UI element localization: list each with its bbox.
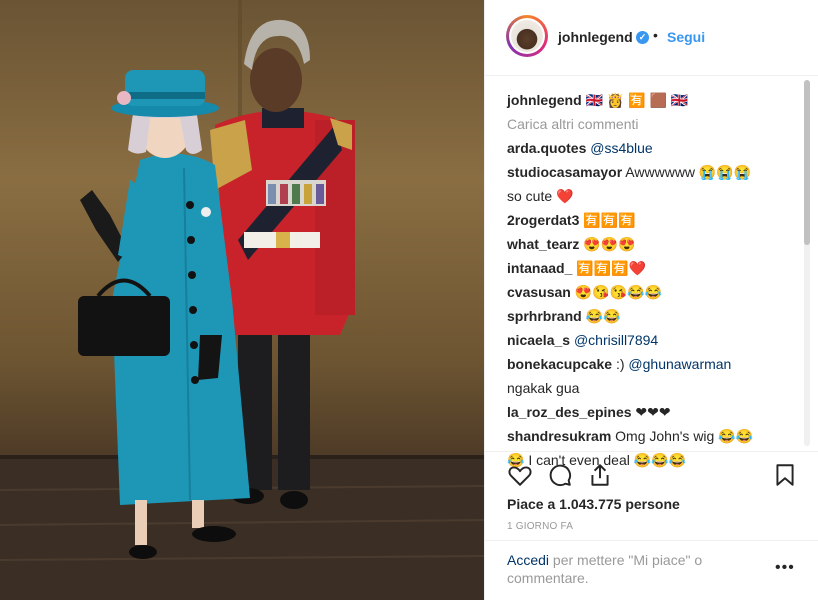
comment: nicaela_s @chrisill7894 [507, 328, 799, 352]
likes-count[interactable]: Piace a 1.043.775 persone [507, 496, 680, 512]
avatar-image [511, 20, 543, 52]
comment-text: :) [615, 356, 625, 372]
comments-list: johnlegend 🇬🇧 👸 🈶 🟫 🇬🇧 Carica altri comm… [507, 88, 799, 472]
comment-username[interactable]: 2rogerdat3 [507, 212, 579, 228]
comment: 2rogerdat3 🈶🈶🈶 [507, 208, 799, 232]
login-message: Accedi per mettere "Mi piace" o commenta… [507, 551, 737, 587]
heart-icon[interactable] [507, 462, 533, 488]
post-side-panel: johnlegend ✓ • Segui johnlegend 🇬🇧 👸 🈶 🟫… [484, 0, 818, 600]
comment-username[interactable]: studiocasamayor [507, 164, 622, 180]
comment-username[interactable]: shandresukram [507, 428, 611, 444]
avatar-ring-inner [509, 18, 545, 54]
comment-username[interactable]: cvasusan [507, 284, 571, 300]
comment-mention[interactable]: @chrisill7894 [574, 332, 658, 348]
header-separator: • [653, 27, 658, 43]
comment: bonekacupcake :) @ghunawarman [507, 352, 799, 376]
photo-illustration [0, 0, 484, 600]
comment-username[interactable]: arda.quotes [507, 140, 586, 156]
comment-mention[interactable]: @ss4blue [590, 140, 652, 156]
comment-text: 😍😘😘😂😂 [574, 284, 662, 300]
comment-continuation: so cute ❤️ [507, 188, 574, 204]
comment: sprhrbrand 😂😂 [507, 304, 799, 328]
comments-scrollbar[interactable] [804, 80, 810, 446]
comment-username[interactable]: what_tearz [507, 236, 579, 252]
load-more-comments-button[interactable]: Carica altri commenti [507, 112, 799, 136]
login-prompt: Accedi per mettere "Mi piace" o commenta… [485, 540, 818, 600]
comment-mention[interactable]: @ghunawarman [628, 356, 731, 372]
comment-text: 🇬🇧 👸 🈶 🟫 🇬🇧 [585, 92, 689, 108]
post-photo[interactable] [0, 0, 484, 600]
comment-username[interactable]: intanaad_ [507, 260, 572, 276]
action-bar [485, 451, 818, 497]
comment: arda.quotes @ss4blue [507, 136, 799, 160]
comment: what_tearz 😍😍😍 [507, 232, 799, 256]
post-header: johnlegend ✓ • Segui [485, 0, 818, 76]
comment: la_roz_des_epines ❤❤❤ [507, 400, 799, 424]
comment-text: 😂😂 [585, 308, 621, 324]
comment-text: Omg John's wig 😂😂 [615, 428, 754, 444]
verified-badge-icon: ✓ [636, 31, 649, 44]
more-options-button[interactable]: ••• [775, 559, 795, 577]
comment-text: 😍😍😍 [583, 236, 636, 252]
comment-username[interactable]: la_roz_des_epines [507, 404, 632, 420]
comment-text: 🈶🈶🈶❤️ [576, 260, 646, 276]
share-icon[interactable] [587, 462, 613, 488]
comment-username[interactable]: nicaela_s [507, 332, 570, 348]
comment-text: Awwwwww 😭😭😭 [625, 164, 752, 180]
comment-continuation: ngakak gua [507, 380, 580, 396]
instagram-post-view: johnlegend ✓ • Segui johnlegend 🇬🇧 👸 🈶 🟫… [0, 0, 818, 600]
comment: intanaad_ 🈶🈶🈶❤️ [507, 256, 799, 280]
post-author-username[interactable]: johnlegend [558, 29, 633, 45]
comment-text: 🈶🈶🈶 [583, 212, 636, 228]
post-timestamp: 1 GIORNO FA [507, 521, 574, 532]
follow-button[interactable]: Segui [667, 29, 705, 45]
comment: studiocasamayor Awwwwww 😭😭😭 [507, 160, 799, 184]
caption: johnlegend 🇬🇧 👸 🈶 🟫 🇬🇧 [507, 88, 799, 112]
bookmark-icon[interactable] [772, 462, 798, 488]
comment-username[interactable]: bonekacupcake [507, 356, 612, 372]
avatar[interactable] [506, 15, 548, 57]
comment: cvasusan 😍😘😘😂😂 [507, 280, 799, 304]
comment-text: ❤❤❤ [635, 404, 671, 420]
scrollbar-thumb[interactable] [804, 80, 810, 245]
login-link[interactable]: Accedi [507, 552, 549, 568]
comment: shandresukram Omg John's wig 😂😂 [507, 424, 799, 448]
comment-username[interactable]: sprhrbrand [507, 308, 582, 324]
comment-icon[interactable] [547, 462, 573, 488]
comment-username[interactable]: johnlegend [507, 92, 582, 108]
